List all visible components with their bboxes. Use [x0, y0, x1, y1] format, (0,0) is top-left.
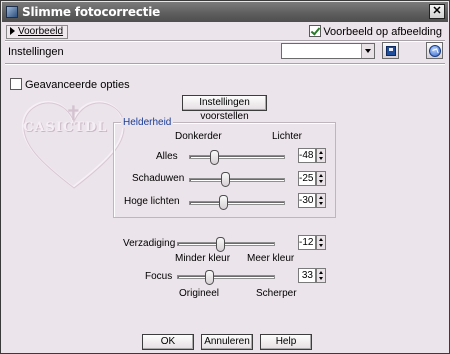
advanced-options-label: Geavanceerde opties — [25, 79, 130, 91]
saturation-track[interactable] — [177, 242, 275, 246]
focus-value-field[interactable]: 33 — [298, 268, 316, 283]
focus-label: Focus — [145, 271, 173, 282]
reset-settings-button[interactable] — [426, 42, 443, 59]
preview-toggle-button[interactable]: Voorbeeld — [6, 25, 69, 39]
preview-on-image-checkbox[interactable] — [309, 25, 322, 37]
value-field-highlights[interactable]: -30 — [298, 193, 316, 208]
brightness-group-title: Helderheid — [121, 117, 174, 128]
save-settings-button[interactable] — [382, 42, 399, 59]
saturation-value-field[interactable]: -12 — [298, 235, 316, 250]
focus-thumb[interactable] — [205, 270, 215, 285]
slider-thumb-shadows[interactable] — [221, 172, 231, 187]
saturation-min-caption: Minder kleur — [175, 253, 231, 264]
saturation-spinner[interactable] — [316, 235, 326, 250]
slider-thumb-highlights[interactable] — [218, 195, 228, 210]
spinner-shadows[interactable] — [316, 171, 326, 186]
focus-track[interactable] — [177, 275, 275, 279]
focus-spinner[interactable] — [316, 268, 326, 283]
close-icon: ✕ — [432, 5, 442, 17]
focus-min-caption: Origineel — [179, 288, 220, 299]
separator — [5, 63, 445, 65]
slider-track-shadows[interactable] — [189, 178, 285, 182]
advanced-options[interactable]: Geavanceerde opties — [10, 78, 130, 91]
slider-track-highlights[interactable] — [189, 201, 285, 205]
spinner-all[interactable] — [316, 148, 326, 163]
advanced-options-checkbox[interactable] — [10, 78, 22, 90]
saturation-max-caption: Meer kleur — [247, 253, 295, 264]
chevron-down-icon[interactable] — [361, 44, 374, 58]
suggest-settings-button[interactable]: Instellingen voorstellen — [182, 95, 267, 122]
preview-toggle-label: Voorbeeld — [18, 26, 64, 37]
window-title: Slimme fotocorrectie — [22, 5, 161, 19]
focus-max-caption: Scherper — [256, 288, 297, 299]
cancel-button[interactable]: Annuleren — [201, 334, 253, 350]
reset-icon — [429, 45, 441, 57]
close-button[interactable]: ✕ — [429, 4, 445, 19]
saturation-label: Verzadiging — [123, 238, 176, 249]
slider-track-all[interactable] — [189, 155, 285, 159]
preview-on-image-option[interactable]: Voorbeeld op afbeelding — [309, 25, 442, 38]
saturation-thumb[interactable] — [216, 237, 226, 252]
slider-thumb-all[interactable] — [209, 150, 219, 165]
title-bar[interactable]: Slimme fotocorrectie ✕ — [2, 2, 448, 22]
spinner-highlights[interactable] — [316, 193, 326, 208]
brightness-darker-label: Donkerder — [175, 131, 222, 142]
slider-label-all: Alles — [156, 151, 178, 162]
settings-dropdown[interactable] — [281, 43, 375, 59]
value-field-shadows[interactable]: -25 — [298, 171, 316, 186]
settings-label: Instellingen — [8, 46, 64, 58]
save-icon — [386, 46, 396, 56]
help-button[interactable]: Help — [260, 334, 312, 350]
slider-label-highlights: Hoge lichten — [124, 196, 180, 207]
separator — [5, 40, 445, 42]
watermark-cross-icon: ✝ — [65, 101, 82, 125]
brightness-lighter-label: Lichter — [272, 131, 303, 142]
ok-button[interactable]: OK — [142, 334, 194, 350]
value-field-all[interactable]: -48 — [298, 148, 316, 163]
triangle-right-icon — [10, 27, 15, 35]
slider-label-shadows: Schaduwen — [132, 173, 185, 184]
dialog-window: Slimme fotocorrectie ✕ Voorbeeld Voorbee… — [0, 0, 450, 354]
preview-on-image-label: Voorbeeld op afbeelding — [323, 26, 442, 38]
app-icon — [6, 6, 18, 18]
